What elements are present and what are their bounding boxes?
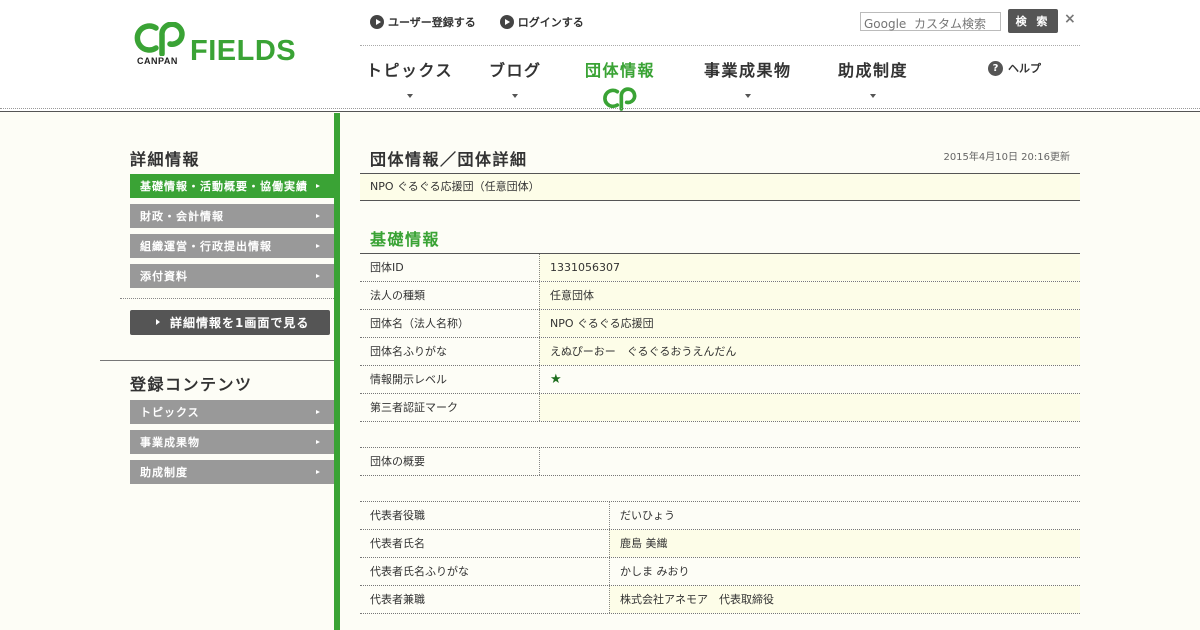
row-label: 代表者兼職 <box>370 593 425 606</box>
nav-organization[interactable]: 団体情報 <box>585 57 655 111</box>
nav-divider <box>360 45 1080 46</box>
caret-down-icon <box>406 94 413 98</box>
disclosure-level-value: ★ <box>539 366 1080 393</box>
nav-deliverables-label: 事業成果物 <box>704 61 792 80</box>
main-content: 団体情報／団体詳細 2015年4月10日 20:16更新 NPO ぐるぐる応援団… <box>360 113 1080 630</box>
row-value: えぬぴーおー ぐるぐるおうえんだん <box>539 338 1080 365</box>
row-value: 鹿島 美織 <box>609 530 1080 557</box>
row-value: かしま みおり <box>609 558 1080 585</box>
sidebar: 詳細情報 基礎情報・活動概要・協働実績 財政・会計情報 組織運営・行政提出情報 … <box>100 113 340 630</box>
caret-down-icon <box>744 94 751 98</box>
section-title-basic-info: 基礎情報 <box>370 230 441 249</box>
table-row: 情報開示レベル ★ <box>360 366 1080 394</box>
logo-fields-text: FIELDS <box>190 35 297 67</box>
row-label: 第三者認証マーク <box>370 401 458 414</box>
help-icon: ? <box>988 60 1003 76</box>
sidebar-divider <box>100 360 334 361</box>
nav-grants-label: 助成制度 <box>838 61 909 80</box>
table-row: 団体の概要 <box>360 448 1080 476</box>
cp-logo-icon <box>134 22 185 56</box>
row-value <box>539 448 1080 475</box>
sidebar-item-basic-info[interactable]: 基礎情報・活動概要・協働実績 <box>130 174 334 198</box>
sidebar-item-attachments[interactable]: 添付資料 <box>130 264 334 288</box>
view-all-details-button[interactable]: 詳細情報を1画面で見る <box>130 310 330 335</box>
organization-name: NPO ぐるぐる応援団（任意団体） <box>360 174 1080 201</box>
site-header: CANPAN FIELDS ユーザー登録する ログインする 検 索 × トピック… <box>0 0 1200 112</box>
sidebar-item-deliverables[interactable]: 事業成果物 <box>130 430 334 454</box>
row-label: 法人の種類 <box>370 289 425 302</box>
search-input[interactable] <box>861 15 1000 33</box>
close-icon[interactable]: × <box>1064 11 1076 27</box>
search-button[interactable]: 検 索 <box>1008 9 1058 33</box>
main-nav: トピックス ブログ 団体情報 事業成果物 助成制度 <box>360 57 1080 111</box>
nav-organization-label: 団体情報 <box>585 61 656 80</box>
register-link[interactable]: ユーザー登録する <box>370 14 476 30</box>
arrow-circle-icon <box>370 15 384 29</box>
search-box <box>860 12 1001 33</box>
register-link-label: ユーザー登録する <box>388 16 476 29</box>
table-row: 団体名（法人名称） NPO ぐるぐる応援団 <box>360 310 1080 338</box>
row-label: 団体の概要 <box>370 455 425 468</box>
nav-blog-label: ブログ <box>489 61 542 80</box>
row-value: 任意団体 <box>539 282 1080 309</box>
sidebar-accent-bar <box>334 113 340 630</box>
row-label: 情報開示レベル <box>370 373 447 386</box>
login-link-label: ログインする <box>517 16 584 29</box>
table-row: 代表者兼職 株式会社アネモア 代表取締役 <box>360 586 1080 614</box>
nav-grants[interactable]: 助成制度 <box>838 57 908 98</box>
row-value: 1331056307 <box>539 254 1080 281</box>
nav-topics[interactable]: トピックス <box>366 57 453 98</box>
row-value: 株式会社アネモア 代表取締役 <box>609 586 1080 613</box>
nav-topics-label: トピックス <box>366 61 454 80</box>
sidebar-item-finance[interactable]: 財政・会計情報 <box>130 204 334 228</box>
row-label: 代表者氏名 <box>370 537 425 550</box>
login-link[interactable]: ログインする <box>499 14 584 30</box>
star-icon: ★ <box>550 372 562 387</box>
table-row: 法人の種類 任意団体 <box>360 282 1080 310</box>
row-value: だいひょう <box>609 502 1080 529</box>
nav-deliverables[interactable]: 事業成果物 <box>704 57 792 98</box>
row-label: 団体名（法人名称） <box>370 317 469 330</box>
sidebar-item-topics[interactable]: トピックス <box>130 400 334 424</box>
caret-down-icon <box>870 94 876 98</box>
table-row: 第三者認証マーク <box>360 394 1080 422</box>
row-label: 代表者氏名ふりがな <box>370 565 469 578</box>
account-links: ユーザー登録する ログインする <box>370 14 584 30</box>
help-link[interactable]: ? ヘルプ <box>988 60 1041 76</box>
detail-heading: 詳細情報 <box>130 150 201 169</box>
table-row: 代表者役職 だいひょう <box>360 502 1080 530</box>
table-row: 代表者氏名ふりがな かしま みおり <box>360 558 1080 586</box>
page-title: 団体情報／団体詳細 <box>370 150 528 169</box>
table-row: 団体ID 1331056307 <box>360 254 1080 282</box>
arrow-circle-icon <box>499 15 514 29</box>
row-value: NPO ぐるぐる応援団 <box>539 310 1080 337</box>
help-label: ヘルプ <box>1008 62 1041 75</box>
row-value <box>539 394 1080 421</box>
cp-active-mark-icon <box>603 87 637 111</box>
sidebar-divider <box>120 298 334 299</box>
updated-timestamp: 2015年4月10日 20:16更新 <box>943 152 1070 163</box>
table-row: 代表者氏名 鹿島 美織 <box>360 530 1080 558</box>
row-label: 団体ID <box>370 261 404 274</box>
nav-blog[interactable]: ブログ <box>489 57 542 98</box>
row-label: 団体名ふりがな <box>370 345 447 358</box>
sidebar-item-grants[interactable]: 助成制度 <box>130 460 334 484</box>
row-label: 代表者役職 <box>370 509 425 522</box>
table-row: 団体名ふりがな えぬぴーおー ぐるぐるおうえんだん <box>360 338 1080 366</box>
sidebar-item-governance[interactable]: 組織運営・行政提出情報 <box>130 234 334 258</box>
canpan-fields-logo[interactable]: CANPAN FIELDS <box>130 22 310 72</box>
logo-canpan-text: CANPAN <box>137 56 178 66</box>
caret-down-icon <box>512 94 519 98</box>
content-heading: 登録コンテンツ <box>130 375 253 394</box>
